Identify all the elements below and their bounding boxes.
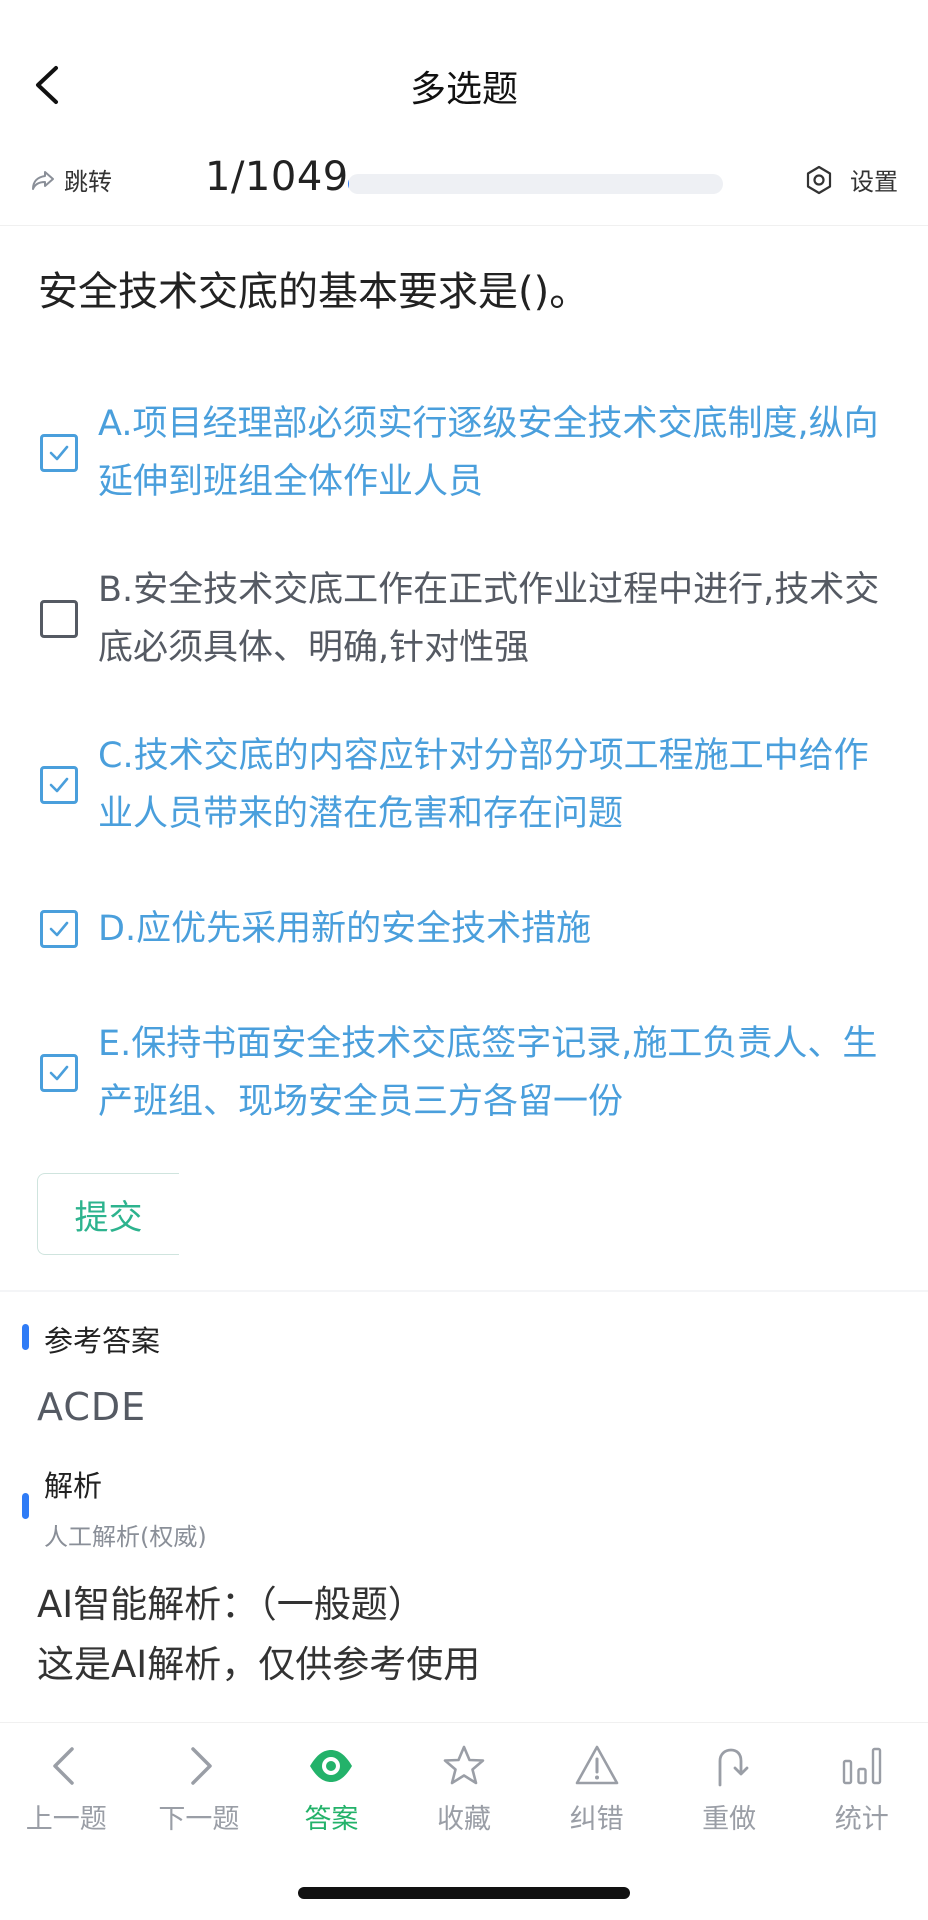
page: 多选题 跳转 1/1049 设置 安全技术交底的基本要求是()。 A.项目经理部… <box>0 0 928 1920</box>
option-d[interactable]: D.应优先采用新的安全技术措施 <box>0 868 928 990</box>
tab-next[interactable]: 下一题 <box>133 1723 266 1862</box>
analysis-sub-label: 人工解析(权威) <box>44 1523 207 1551</box>
tab-favorite[interactable]: 收藏 <box>398 1723 531 1862</box>
settings-button[interactable]: 设置 <box>804 162 898 197</box>
progress-bar <box>348 174 723 194</box>
analysis-heading: 解析 人工解析(权威) <box>44 1463 207 1552</box>
gear-icon <box>806 165 832 194</box>
option-label: E.保持书面安全技术交底签字记录,施工负责人、生产班组、现场安全员三方各留一份 <box>98 1024 878 1122</box>
analysis-section-label: 解析 人工解析(权威) <box>22 1463 207 1552</box>
chevron-right-icon <box>191 1747 212 1785</box>
tab-label: 纠错 <box>569 1804 624 1835</box>
option-checkbox[interactable] <box>40 600 78 638</box>
header: 多选题 <box>0 0 928 160</box>
ai-analysis-text: AI智能解析：（一般题） 这是AI解析，仅供参考使用 <box>37 1575 480 1695</box>
section-marker <box>22 1493 29 1519</box>
option-c[interactable]: C.技术交底的内容应针对分部分项工程施工中给作业人员带来的潜在危害和存在问题 <box>0 702 928 868</box>
answer-label: 参考答案 <box>44 1324 161 1358</box>
page-title: 多选题 <box>409 69 518 110</box>
ai-analysis-line-1: AI智能解析：（一般题） <box>37 1583 425 1626</box>
option-checkbox[interactable] <box>40 766 78 804</box>
ai-analysis-line-2: 这是AI解析，仅供参考使用 <box>37 1643 481 1686</box>
jump-button[interactable]: 跳转 <box>30 162 112 197</box>
option-b[interactable]: B.安全技术交底工作在正式作业过程中进行,技术交底必须具体、明确,针对性强 <box>0 536 928 702</box>
option-a[interactable]: A.项目经理部必须实行逐级安全技术交底制度,纵向延伸到班组全体作业人员 <box>0 370 928 536</box>
tab-previous[interactable]: 上一题 <box>0 1723 133 1862</box>
answer-value: ACDE <box>37 1385 147 1429</box>
option-checkbox[interactable] <box>40 910 78 948</box>
bar-chart-icon <box>842 1747 881 1785</box>
tab-label: 答案 <box>304 1804 359 1835</box>
eye-icon <box>310 1750 353 1782</box>
share-arrow-icon <box>32 170 54 190</box>
warning-icon <box>575 1745 618 1785</box>
redo-icon <box>718 1748 749 1787</box>
tab-answer[interactable]: 答案 <box>265 1723 398 1862</box>
check-icon <box>49 921 69 937</box>
tab-redo[interactable]: 重做 <box>663 1723 796 1862</box>
jump-label: 跳转 <box>64 168 112 196</box>
tab-label: 上一题 <box>25 1804 107 1835</box>
tab-label: 统计 <box>834 1804 889 1835</box>
home-indicator <box>298 1887 630 1899</box>
tab-label: 下一题 <box>158 1804 240 1835</box>
option-e[interactable]: E.保持书面安全技术交底签字记录,施工负责人、生产班组、现场安全员三方各留一份 <box>0 990 928 1156</box>
option-label: B.安全技术交底工作在正式作业过程中进行,技术交底必须具体、明确,针对性强 <box>98 570 880 668</box>
option-label: A.项目经理部必须实行逐级安全技术交底制度,纵向延伸到班组全体作业人员 <box>98 404 879 502</box>
star-icon <box>443 1745 485 1785</box>
tab-label: 收藏 <box>437 1804 492 1835</box>
settings-label: 设置 <box>850 168 898 196</box>
tab-statistics[interactable]: 统计 <box>795 1723 928 1862</box>
question-text: 安全技术交底的基本要求是()。 <box>38 269 590 315</box>
option-label: D.应优先采用新的安全技术措施 <box>98 909 592 949</box>
question-counter: 1/1049 <box>205 154 349 200</box>
section-marker <box>22 1324 29 1350</box>
chevron-left-icon <box>53 1747 75 1785</box>
analysis-label: 解析 <box>44 1469 103 1503</box>
options-list: A.项目经理部必须实行逐级安全技术交底制度,纵向延伸到班组全体作业人员 B.安全… <box>0 370 928 1156</box>
tab-label: 重做 <box>702 1804 757 1835</box>
submit-button[interactable]: 提交 <box>37 1173 179 1255</box>
answer-section-label: 参考答案 <box>22 1318 160 1360</box>
option-label: C.技术交底的内容应针对分部分项工程施工中给作业人员带来的潜在危害和存在问题 <box>98 736 869 834</box>
bottom-tab-bar: 上一题 下一题 答案 收藏 纠错 重做 统计 <box>0 1722 928 1862</box>
divider <box>0 1290 928 1292</box>
progress-row: 跳转 1/1049 设置 <box>0 150 928 226</box>
check-icon <box>49 1065 69 1081</box>
check-icon <box>49 445 69 461</box>
option-checkbox[interactable] <box>40 434 78 472</box>
tab-report-error[interactable]: 纠错 <box>530 1723 663 1862</box>
check-icon <box>49 777 69 793</box>
option-checkbox[interactable] <box>40 1054 78 1092</box>
